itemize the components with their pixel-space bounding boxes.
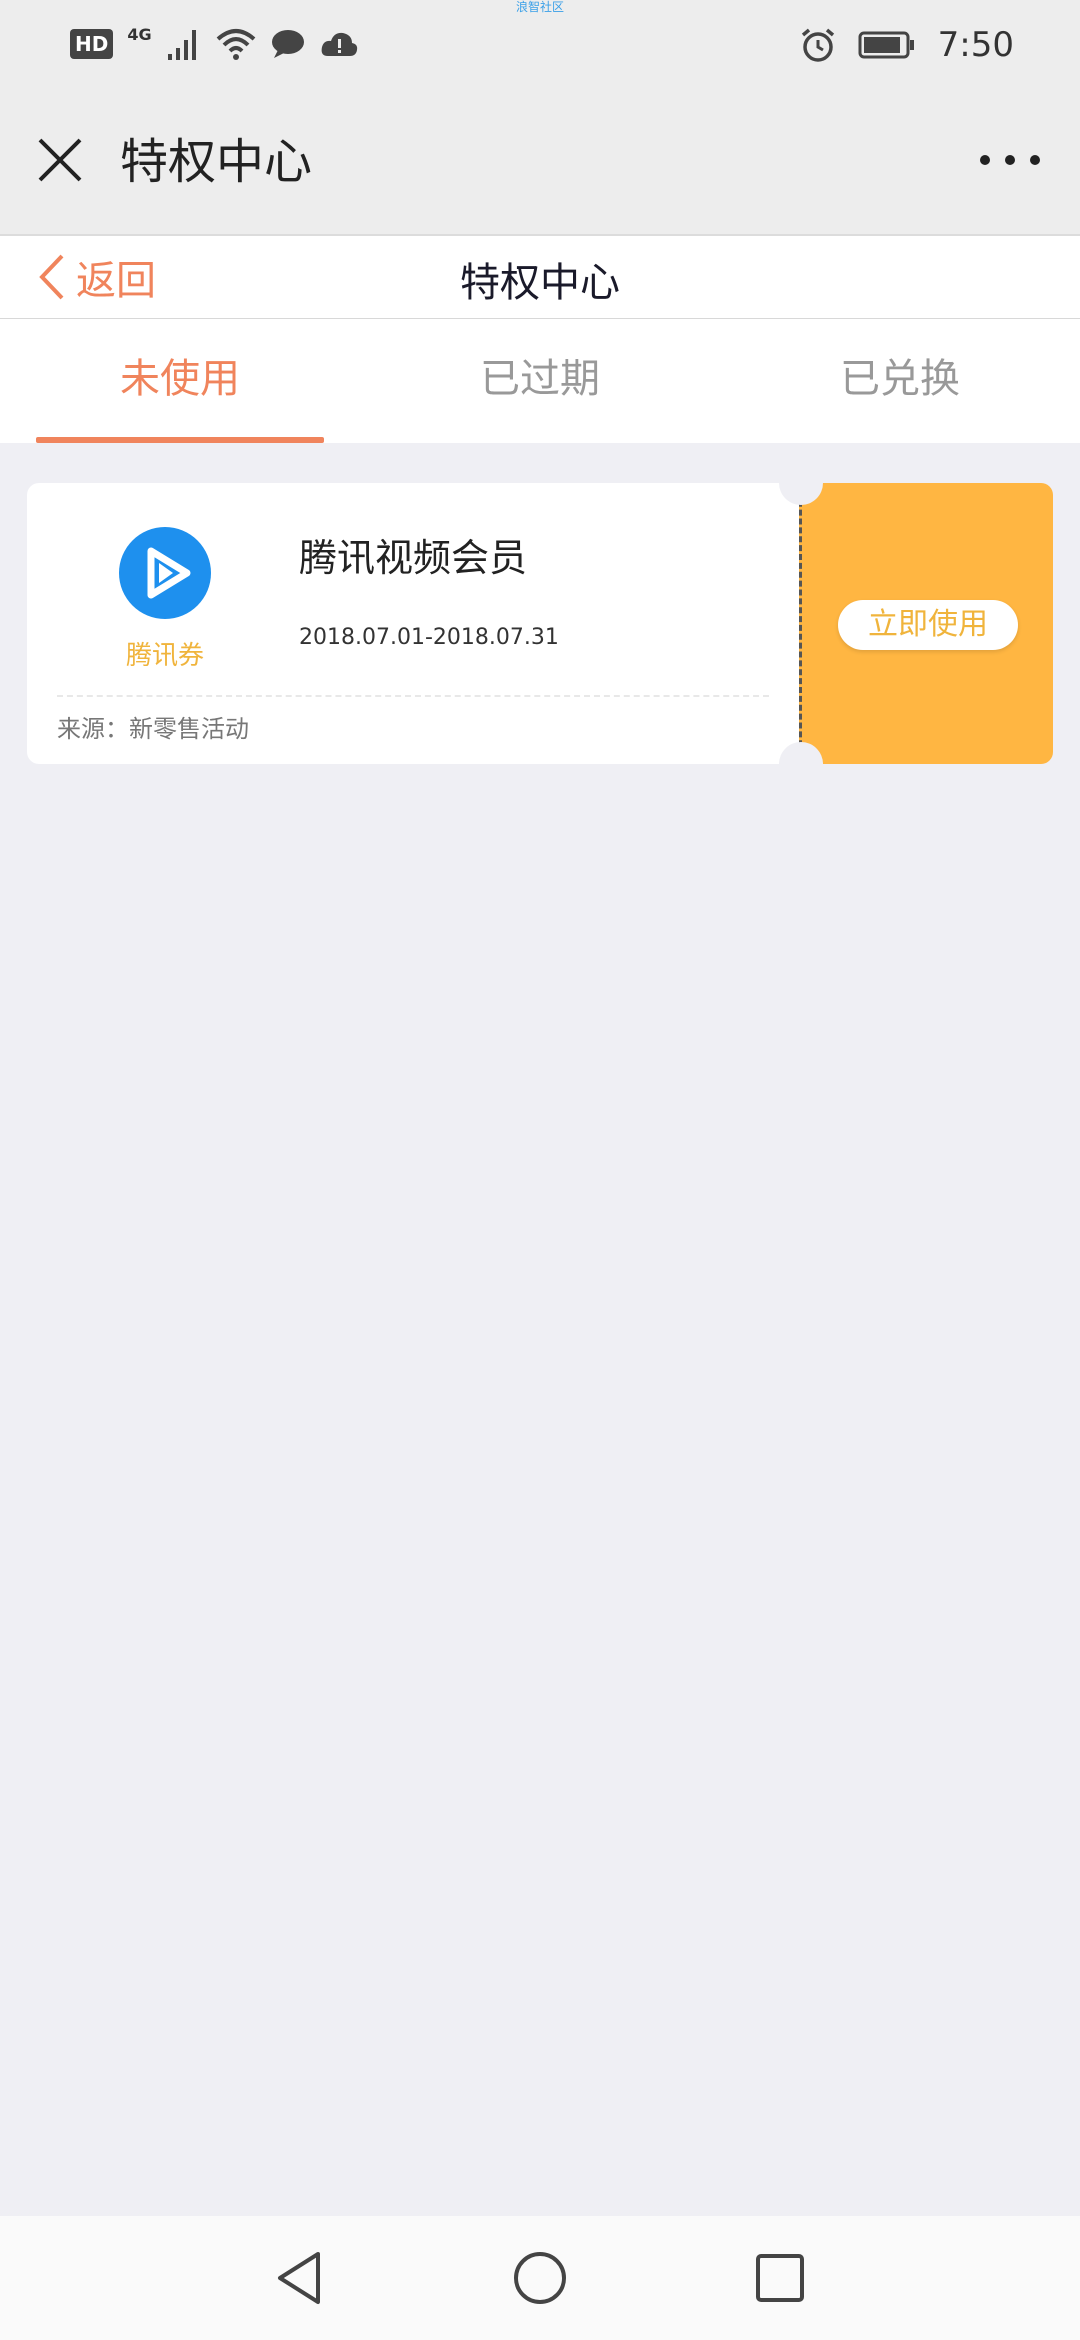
close-button[interactable] bbox=[36, 136, 84, 184]
tab-label: 已过期 bbox=[480, 356, 600, 402]
wifi-icon bbox=[216, 29, 255, 60]
more-dot bbox=[1005, 155, 1015, 165]
tab-label: 已兑换 bbox=[840, 356, 960, 402]
more-dot bbox=[980, 155, 990, 165]
web-title: 特权中心 bbox=[460, 260, 620, 306]
web-nav-bar: 返回 特权中心 bbox=[0, 234, 1080, 321]
status-right: 7:50 bbox=[800, 24, 1014, 66]
alarm-icon bbox=[801, 28, 834, 62]
tab-bar: 未使用 已过期 已兑换 bbox=[0, 319, 1080, 443]
tab-expired[interactable]: 已过期 bbox=[360, 319, 720, 443]
network-type: 4G bbox=[127, 24, 152, 44]
tab-active-indicator bbox=[36, 437, 324, 443]
more-dot bbox=[1030, 155, 1040, 165]
cloud-alert-icon bbox=[321, 32, 357, 56]
page-title: 特权中心 bbox=[120, 134, 313, 190]
tab-unused[interactable]: 未使用 bbox=[0, 319, 360, 443]
coupon-card: 腾讯券 腾讯视频会员 2018.07.01-2018.07.31 来源：新零售活… bbox=[27, 461, 1053, 786]
system-nav-bar bbox=[0, 2216, 1080, 2340]
nav-recent-icon[interactable] bbox=[748, 2246, 812, 2310]
use-now-button[interactable]: 立即使用 bbox=[838, 600, 1018, 650]
carrier-tag: 浪智社区 bbox=[515, 0, 564, 14]
coupon-main: 腾讯券 腾讯视频会员 2018.07.01-2018.07.31 来源：新零售活… bbox=[27, 483, 799, 764]
coupon-notch-bottom bbox=[779, 742, 823, 786]
coupon-notch-top bbox=[779, 461, 823, 505]
signal-icon bbox=[167, 30, 196, 60]
status-time: 7:50 bbox=[937, 25, 1014, 65]
tab-label: 未使用 bbox=[120, 356, 240, 402]
coupon-name: 腾讯视频会员 bbox=[299, 536, 528, 580]
status-left: HD 4G bbox=[70, 24, 358, 64]
tencent-video-logo-icon bbox=[119, 527, 211, 619]
message-icon bbox=[271, 30, 304, 58]
coupon-action-panel: 立即使用 bbox=[799, 483, 1053, 764]
nav-back-icon[interactable] bbox=[268, 2246, 332, 2310]
app-title-bar: 特权中心 bbox=[0, 90, 1080, 234]
coupon-source: 来源：新零售活动 bbox=[57, 715, 249, 743]
tab-redeemed[interactable]: 已兑换 bbox=[720, 319, 1080, 443]
more-button[interactable] bbox=[980, 140, 1040, 180]
close-icon bbox=[38, 138, 82, 182]
coupon-date-range: 2018.07.01-2018.07.31 bbox=[299, 625, 559, 650]
status-bar: 浪智社区 HD 4G 7:50 bbox=[0, 0, 1080, 90]
hd-badge: HD bbox=[70, 29, 114, 59]
nav-home-icon[interactable] bbox=[508, 2246, 572, 2310]
battery-icon bbox=[858, 31, 914, 59]
coupon-divider bbox=[57, 695, 769, 697]
brand-caption: 腾讯券 bbox=[125, 641, 204, 671]
